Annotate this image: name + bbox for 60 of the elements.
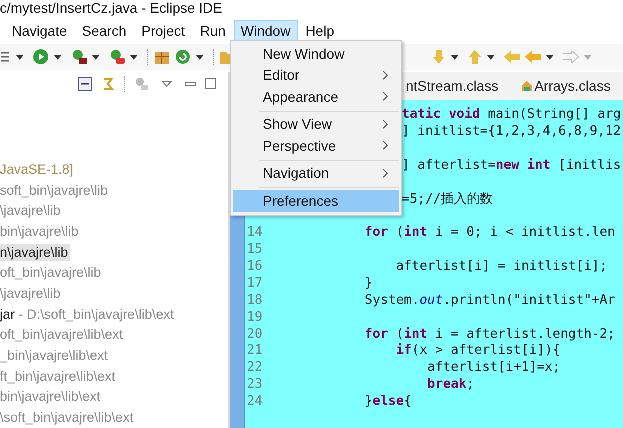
menu-item[interactable]: Run	[193, 20, 233, 42]
caret-icon[interactable]	[92, 54, 100, 60]
minimize-icon[interactable]	[185, 82, 196, 86]
menu-item[interactable]: Window	[234, 20, 298, 42]
menu-item[interactable]: Project	[134, 20, 192, 42]
code-line: ] afterlist=new int [initlis	[402, 158, 622, 173]
menu-entry[interactable]: Navigation	[233, 162, 399, 184]
maximize-icon[interactable]	[205, 78, 216, 90]
package-icon[interactable]	[154, 49, 170, 65]
line-number: 23	[246, 377, 264, 392]
run-icon[interactable]	[33, 49, 49, 65]
run-config-icon[interactable]	[71, 49, 87, 65]
line-number: 14	[246, 225, 264, 240]
caret-icon[interactable]	[130, 54, 138, 60]
refresh-icon[interactable]	[175, 49, 191, 65]
external-tool-icon[interactable]	[109, 49, 125, 65]
code-line: break;	[426, 377, 475, 392]
caret-icon[interactable]	[16, 54, 24, 60]
menu-entry[interactable]: Perspective	[233, 135, 399, 156]
toolbar-icon[interactable]	[1, 50, 11, 64]
line-number: 16	[246, 258, 264, 274]
tree-item[interactable]: jar - D:\soft_bin\javajre\lib\ext	[0, 306, 176, 323]
menu-item[interactable]: Navigate	[5, 20, 74, 42]
caret-icon[interactable]	[196, 54, 204, 60]
caret-icon[interactable]	[54, 54, 62, 60]
line-number: 20	[246, 326, 264, 342]
line-number: 21	[246, 343, 264, 358]
code-line: ] initlist={1,2,3,4,6,8,9,12	[402, 124, 622, 139]
caret-icon[interactable]	[451, 54, 459, 60]
code-line: tatic void main(String[] arg	[402, 106, 622, 122]
menu-item[interactable]: Help	[298, 20, 342, 42]
menu-item[interactable]: Search	[75, 20, 134, 42]
menu-entry[interactable]: Appearance	[233, 86, 399, 108]
menu-entry[interactable]: Preferences	[233, 190, 399, 212]
code-line: for (int i = afterlist.length-2;	[364, 326, 616, 342]
line-number: 19	[246, 310, 264, 325]
code-line: if(x > afterlist[i]){	[395, 343, 561, 358]
code-line: afterlist[i+1]=x;	[426, 360, 561, 376]
line-number: 17	[246, 276, 264, 291]
line-number: 22	[246, 360, 264, 376]
window-title: c/mytest/InsertCz.java - Eclipse IDE	[0, 0, 224, 18]
line-number: 18	[246, 292, 264, 308]
code-line: =5;//插入的数	[402, 190, 494, 208]
line-number: 24	[246, 394, 264, 410]
menu-entry[interactable]: Editor	[233, 64, 399, 86]
editor-tab[interactable]: Arrays.class	[520, 76, 611, 96]
caret-icon[interactable]	[487, 54, 495, 60]
tree-item[interactable]: n\javajre\lib	[0, 244, 70, 261]
collapse-all-icon[interactable]	[78, 76, 92, 91]
view-menu-icon[interactable]	[162, 80, 172, 87]
caret-icon[interactable]	[546, 54, 554, 60]
class-file-icon	[520, 80, 533, 92]
code-line: afterlist[i] = initlist[i];	[395, 258, 608, 274]
menu-entry[interactable]: Show View	[233, 114, 399, 135]
code-line: }else{	[364, 394, 412, 410]
line-number: 15	[246, 242, 264, 258]
code-line: System.out.println("initlist"+Ar	[364, 292, 616, 308]
code-line: for (int i = 0; i < initlist.len	[364, 225, 616, 240]
editor-tab[interactable]: ntStream.class	[406, 76, 499, 96]
code-line: }	[364, 276, 373, 291]
